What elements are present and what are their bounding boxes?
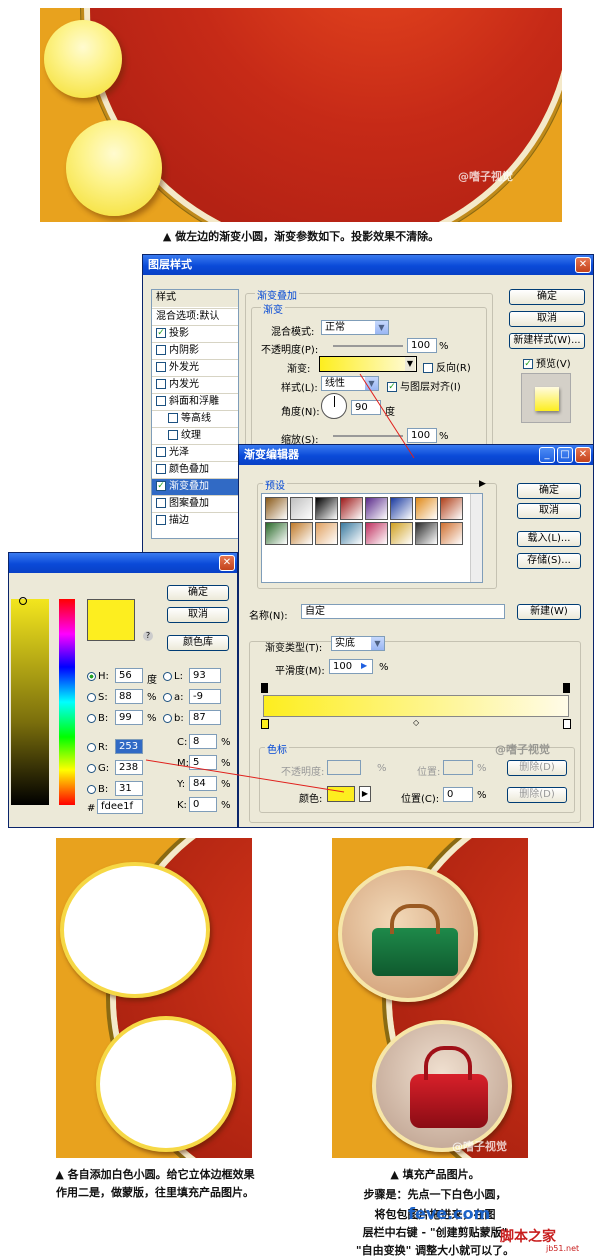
white-circle-bottom bbox=[96, 1016, 236, 1152]
arrow-color bbox=[145, 759, 345, 793]
caption-right-1: ▲ 填充产品图片。 bbox=[390, 1168, 480, 1181]
bag-handle bbox=[424, 1046, 472, 1080]
watermark: @嗜子视觉 bbox=[452, 1140, 507, 1153]
product-images: @嗜子视觉 bbox=[332, 838, 528, 1158]
red-bag-image bbox=[372, 1020, 512, 1152]
bag-handle bbox=[390, 904, 440, 934]
bag-body bbox=[410, 1074, 488, 1128]
caption-right-2: 步骤是：先点一下白色小圆， bbox=[363, 1188, 507, 1201]
site-mark-c: jb51.net bbox=[546, 1244, 580, 1253]
bag-body bbox=[372, 928, 458, 976]
white-circles-image bbox=[56, 838, 252, 1158]
white-circle-top bbox=[60, 862, 210, 998]
arrow-gradient bbox=[359, 373, 415, 459]
site-mark-a: feve.com bbox=[408, 1204, 491, 1223]
site-mark-b: 脚本之家 bbox=[500, 1229, 556, 1245]
green-bag-image bbox=[338, 866, 478, 1002]
caption-left-1: ▲ 各自添加白色小圆。给它立体边框效果 bbox=[55, 1168, 255, 1181]
caption-left-2: 作用二是，做蒙版，往里填充产品图片。 bbox=[56, 1186, 254, 1199]
